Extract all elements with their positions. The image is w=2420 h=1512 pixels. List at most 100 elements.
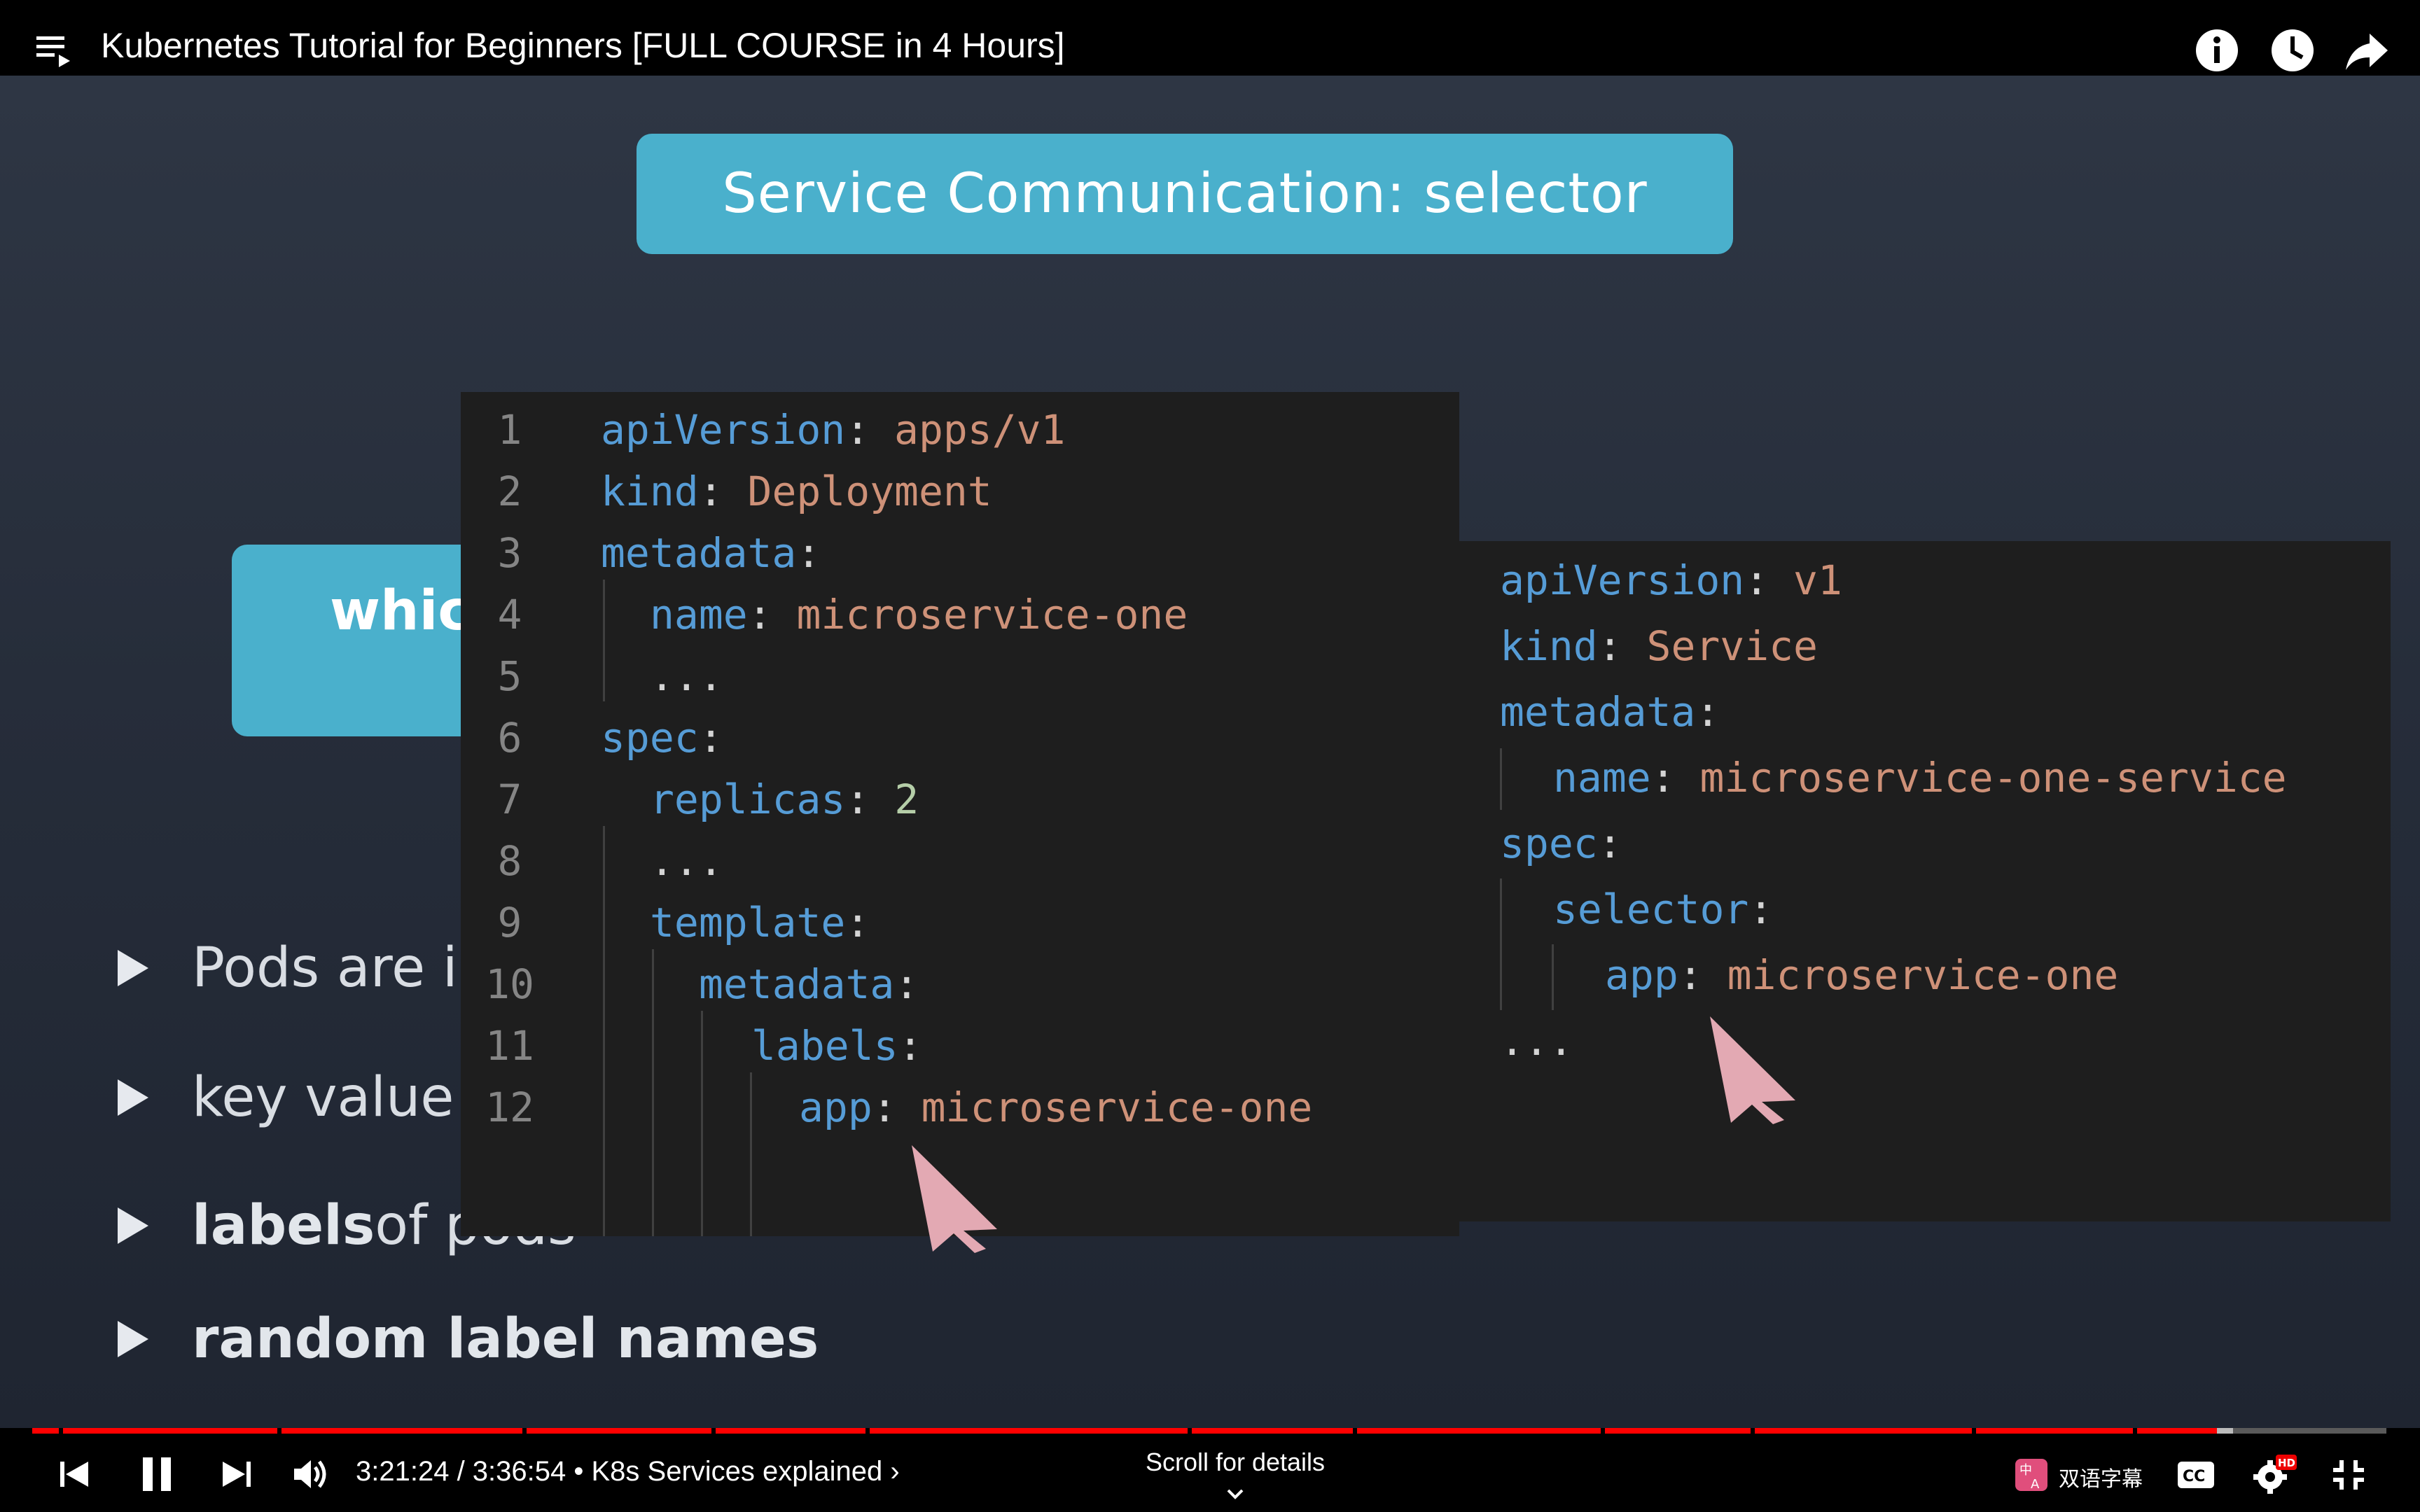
yaml-sep: : — [1650, 754, 1700, 802]
slide-cursor-arrow-icon — [1710, 1016, 1795, 1124]
progress-played — [32, 1428, 2217, 1434]
yaml-sep: : — [894, 960, 919, 1008]
yaml-key: apiVersion — [601, 406, 846, 454]
bullet-4: random label names — [118, 1308, 819, 1371]
indent-guide — [1500, 748, 1502, 810]
yaml-sep: : — [698, 714, 723, 762]
time-display[interactable]: 3:21:24 / 3:36:54 • K8s Services explain… — [356, 1456, 900, 1488]
indent-guide — [1552, 944, 1554, 1010]
scroll-for-details[interactable]: Scroll for details — [1116, 1448, 1354, 1506]
cc-icon[interactable]: CC — [2176, 1460, 2216, 1490]
yaml-key: replicas — [650, 776, 846, 823]
yaml-value: microservice-one — [796, 591, 1188, 638]
yaml-sep: : — [1678, 951, 1727, 999]
chapter-gap — [277, 1428, 281, 1434]
video-title[interactable]: Kubernetes Tutorial for Beginners [FULL … — [101, 25, 1065, 66]
yaml-key: spec — [601, 714, 699, 762]
chapter-gap — [59, 1428, 63, 1434]
yaml-key: selector — [1553, 886, 1749, 933]
yaml-sep: : — [845, 899, 870, 946]
line-number: 1 — [497, 406, 522, 454]
yaml-key: spec — [1500, 820, 1598, 867]
code-line: app: microservice-one — [1605, 951, 2118, 1013]
scroll-hint-label: Scroll for details — [1145, 1448, 1326, 1476]
svg-text:中: 中 — [2019, 1463, 2032, 1478]
chapter-gap — [1751, 1428, 1755, 1434]
top-bar: Kubernetes Tutorial for Beginners [FULL … — [0, 0, 2420, 76]
yaml-sep: : — [698, 468, 748, 515]
code-line: selector: — [1553, 886, 1773, 947]
yaml-key: name — [1553, 754, 1651, 802]
yaml-key: metadata — [601, 529, 797, 577]
bullet-triangle-icon — [118, 1079, 148, 1116]
chapter-gap — [865, 1428, 870, 1434]
video-frame[interactable]: Service Communication: selector whic Pod… — [0, 76, 2420, 1428]
yaml-sep: : — [1695, 688, 1720, 736]
code-line: name: microservice-one-service — [1553, 754, 2287, 816]
yaml-key: metadata — [1500, 688, 1696, 736]
bullet-4-text: random label names — [192, 1308, 819, 1371]
pause-icon[interactable] — [139, 1455, 176, 1494]
yaml-value: Deployment — [747, 468, 992, 515]
yaml-key: apiVersion — [1500, 556, 1745, 604]
slide-title: Service Communication: selector — [722, 162, 1648, 225]
playlist-icon[interactable] — [35, 32, 74, 69]
chapter-gap — [2133, 1428, 2137, 1434]
info-icon[interactable] — [2193, 27, 2241, 74]
indent-guide — [603, 580, 605, 701]
exit-fullscreen-icon[interactable] — [2330, 1457, 2367, 1492]
yaml-value: apps/v1 — [894, 406, 1066, 454]
indent-guide — [652, 949, 654, 1236]
yaml-key: name — [650, 591, 748, 638]
settings-icon[interactable]: HD — [2252, 1453, 2298, 1495]
yaml-sep: : — [845, 406, 895, 454]
yaml-key: kind — [1500, 622, 1598, 670]
yaml-ellipsis: ... — [650, 837, 723, 885]
yaml-value: microservice-one-service — [1699, 754, 2287, 802]
chapter-gap — [1972, 1428, 1976, 1434]
progress-buffered — [2216, 1428, 2234, 1434]
line-number: 2 — [497, 468, 522, 515]
bilingual-subtitle-icon[interactable]: 中 A — [2014, 1457, 2049, 1492]
yaml-sep: : — [1748, 886, 1774, 933]
bilingual-subtitle-label[interactable]: 双语字幕 — [2059, 1462, 2143, 1492]
line-number: 3 — [497, 529, 522, 577]
previous-icon[interactable] — [57, 1457, 91, 1491]
clock-icon[interactable] — [2269, 27, 2316, 74]
line-number: 5 — [497, 652, 522, 700]
line-number: 6 — [497, 714, 522, 762]
svg-text:A: A — [2031, 1477, 2040, 1492]
yaml-sep: : — [898, 1022, 923, 1070]
hd-badge: HD — [2278, 1457, 2295, 1469]
bullet-1: Pods are i — [118, 937, 461, 1000]
bullet-1-text: Pods are i — [192, 937, 458, 1000]
which-text: whic — [330, 580, 471, 643]
line-number: 4 — [497, 591, 522, 638]
slide-cursor-arrow-icon — [912, 1145, 997, 1253]
chapter-gap — [1601, 1428, 1605, 1434]
next-icon[interactable] — [220, 1457, 253, 1491]
yaml-sep: : — [872, 1084, 922, 1131]
line-number: 10 — [485, 960, 534, 1008]
line-number: 9 — [497, 899, 522, 946]
yaml-sep: : — [1597, 820, 1622, 867]
code-line: spec: — [1500, 820, 1622, 881]
yaml-number: 2 — [894, 776, 919, 823]
yaml-ellipsis: ... — [1500, 1017, 1573, 1065]
yaml-sep: : — [747, 591, 797, 638]
indent-guide — [603, 826, 605, 1236]
progress-bar[interactable] — [32, 1428, 2386, 1434]
chapter-gap — [522, 1428, 527, 1434]
line-number: 8 — [497, 837, 522, 885]
code-line: metadata: — [1500, 688, 1720, 750]
chapter-gap — [1188, 1428, 1192, 1434]
yaml-sep: : — [1597, 622, 1647, 670]
share-icon[interactable] — [2343, 27, 2391, 74]
line-number: 11 — [485, 1022, 534, 1070]
yaml-value: v1 — [1793, 556, 1842, 604]
yaml-key: kind — [601, 468, 699, 515]
indent-guide — [1500, 878, 1502, 1010]
volume-icon[interactable] — [291, 1456, 331, 1492]
yaml-key: app — [1605, 951, 1678, 999]
svg-text:CC: CC — [2183, 1468, 2205, 1485]
